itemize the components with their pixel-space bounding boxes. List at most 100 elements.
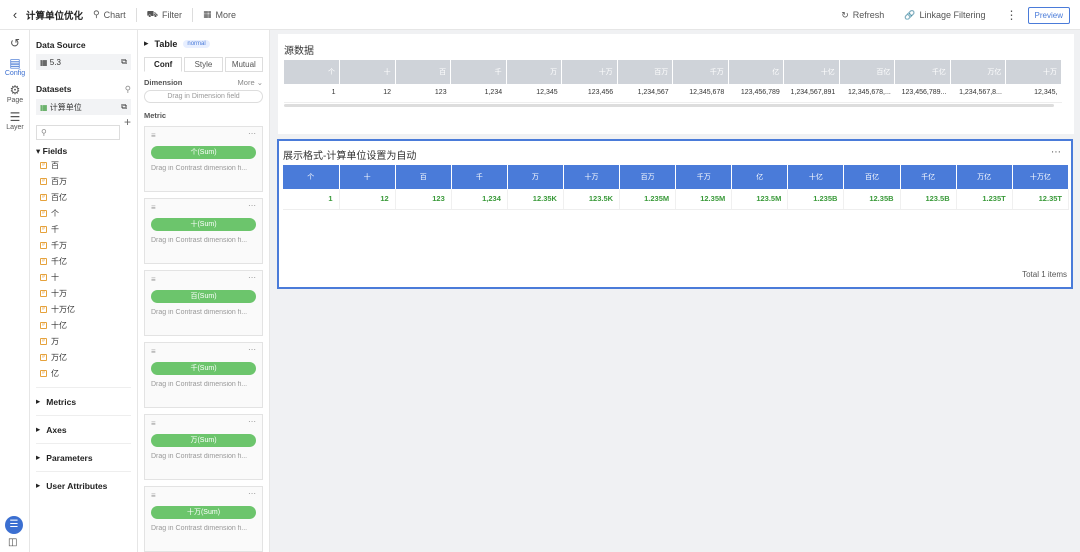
column-header[interactable]: 百	[395, 165, 452, 189]
drag-handle-icon[interactable]: ≡	[151, 275, 256, 284]
column-header[interactable]: 千亿	[900, 165, 957, 189]
rail-layer[interactable]: ☰ Layer	[0, 110, 30, 131]
field-item[interactable]: # 个	[40, 205, 131, 221]
more-options-icon[interactable]: ⋯	[248, 129, 256, 138]
refresh-button[interactable]: ↻ Refresh	[841, 10, 884, 21]
field-item[interactable]: # 十万亿	[40, 301, 131, 317]
field-item[interactable]: # 千万	[40, 237, 131, 253]
field-item[interactable]: # 百亿	[40, 189, 131, 205]
more-options-icon[interactable]: ⋯	[1051, 147, 1061, 158]
tab-conf[interactable]: Conf	[144, 57, 183, 72]
metric-pill[interactable]: 十万(Sum)	[151, 506, 256, 519]
chevron-left-icon[interactable]: ‹	[4, 7, 26, 22]
config-header[interactable]: ▸ Table normal	[144, 38, 263, 49]
more-options-icon[interactable]: ⋯	[248, 417, 256, 426]
column-header[interactable]: 百亿	[839, 60, 896, 84]
column-header[interactable]: 千万	[675, 165, 733, 189]
dimension-drop-zone[interactable]: Drag in Dimension field	[144, 90, 263, 103]
more-button[interactable]: ▦ More	[203, 9, 236, 20]
more-options-icon[interactable]: ⋯	[248, 273, 256, 282]
tab-mutual[interactable]: Mutual	[224, 57, 263, 72]
filter-button[interactable]: ⛟ Filter	[147, 9, 182, 21]
more-options-icon[interactable]: ⋯	[248, 345, 256, 354]
drag-handle-icon[interactable]: ≡	[151, 131, 256, 140]
collapse-button[interactable]: ↺	[0, 36, 30, 50]
assistant-icon[interactable]: ☰	[5, 516, 23, 534]
column-header[interactable]: 十万	[1005, 60, 1062, 84]
add-field-icon[interactable]: +	[124, 115, 131, 130]
contrast-drop-zone[interactable]: Drag in Contrast dimension fi...	[151, 525, 256, 532]
field-item[interactable]: # 百	[40, 157, 131, 173]
field-item[interactable]: # 万亿	[40, 349, 131, 365]
metric-card[interactable]: ≡ ⋯ 个(Sum) Drag in Contrast dimension fi...	[144, 126, 263, 192]
section-parameters[interactable]: ▸ Parameters	[36, 443, 131, 471]
column-header[interactable]: 百万	[619, 165, 677, 189]
section-axes[interactable]: ▸ Axes	[36, 415, 131, 443]
drag-handle-icon[interactable]: ≡	[151, 203, 256, 212]
contrast-drop-zone[interactable]: Drag in Contrast dimension fi...	[151, 165, 256, 172]
field-search-input[interactable]: ⚲	[36, 125, 120, 140]
field-item[interactable]: # 十	[40, 269, 131, 285]
chart-button[interactable]: ⚲ Chart	[93, 9, 126, 20]
metric-card[interactable]: ≡ ⋯ 百(Sum) Drag in Contrast dimension fi...	[144, 270, 263, 336]
fields-header[interactable]: ▾ Fields	[36, 146, 131, 157]
contrast-drop-zone[interactable]: Drag in Contrast dimension fi...	[151, 237, 256, 244]
column-header[interactable]: 千	[450, 60, 507, 84]
tab-style[interactable]: Style	[184, 57, 223, 72]
field-item[interactable]: # 千亿	[40, 253, 131, 269]
preview-button[interactable]: Preview	[1027, 6, 1070, 24]
field-item[interactable]: # 百万	[40, 173, 131, 189]
metric-pill[interactable]: 万(Sum)	[151, 434, 256, 447]
column-header[interactable]: 个	[284, 60, 341, 84]
metric-pill[interactable]: 十(Sum)	[151, 218, 256, 231]
field-item[interactable]: # 十万	[40, 285, 131, 301]
contrast-drop-zone[interactable]: Drag in Contrast dimension fi...	[151, 381, 256, 388]
column-header[interactable]: 千	[451, 165, 508, 189]
column-header[interactable]: 十万	[563, 165, 621, 189]
drag-handle-icon[interactable]: ≡	[151, 491, 256, 500]
search-icon[interactable]: ⚲	[125, 84, 131, 95]
contrast-drop-zone[interactable]: Drag in Contrast dimension fi...	[151, 453, 256, 460]
source-data-card[interactable]: 源数据 个十百千万十万 百万 千万亿十亿 百亿 千亿 万亿 十万 1 12 123 1,234 12…	[278, 34, 1074, 134]
column-header[interactable]: 千亿	[894, 60, 951, 84]
linkage-filtering-button[interactable]: 🔗 Linkage Filtering	[904, 10, 985, 21]
kebab-menu-icon[interactable]: ⋮	[1006, 8, 1018, 22]
column-header[interactable]: 十	[339, 60, 396, 84]
rail-page[interactable]: ⚙ Page	[0, 83, 30, 104]
horizontal-scrollbar[interactable]	[284, 104, 1054, 107]
metric-pill[interactable]: 百(Sum)	[151, 290, 256, 303]
column-header[interactable]: 十万亿	[1012, 165, 1070, 189]
column-header[interactable]: 万	[507, 165, 564, 189]
section-metrics[interactable]: ▸ Metrics	[36, 387, 131, 415]
column-header[interactable]: 个	[283, 165, 340, 189]
metric-card[interactable]: ≡ ⋯ 十(Sum) Drag in Contrast dimension fi...	[144, 198, 263, 264]
column-header[interactable]: 百亿	[843, 165, 901, 189]
drag-handle-icon[interactable]: ≡	[151, 347, 256, 356]
more-dropdown[interactable]: More ⌄	[238, 78, 263, 87]
column-header[interactable]: 十	[339, 165, 396, 189]
copy-icon[interactable]: ⧉	[121, 102, 127, 112]
field-item[interactable]: # 万	[40, 333, 131, 349]
metric-card[interactable]: ≡ ⋯ 十万(Sum) Drag in Contrast dimension fi..…	[144, 486, 263, 552]
column-header[interactable]: 百万	[617, 60, 674, 84]
metric-pill[interactable]: 千(Sum)	[151, 362, 256, 375]
copy-icon[interactable]: ⧉	[121, 57, 127, 67]
metric-card[interactable]: ≡ ⋯ 千(Sum) Drag in Contrast dimension fi...	[144, 342, 263, 408]
column-header[interactable]: 百	[395, 60, 452, 84]
column-header[interactable]: 千万	[672, 60, 729, 84]
more-options-icon[interactable]: ⋯	[248, 489, 256, 498]
dataset-select[interactable]: ▦ 计算单位 ⧉	[36, 99, 131, 115]
column-header[interactable]: 十亿	[783, 60, 840, 84]
column-header[interactable]: 万亿	[956, 165, 1013, 189]
column-header[interactable]: 万亿	[950, 60, 1007, 84]
section-user-attributes[interactable]: ▸ User Attributes	[36, 471, 131, 499]
column-header[interactable]: 万	[506, 60, 563, 84]
more-options-icon[interactable]: ⋯	[248, 201, 256, 210]
metric-card[interactable]: ≡ ⋯ 万(Sum) Drag in Contrast dimension fi...	[144, 414, 263, 480]
contrast-drop-zone[interactable]: Drag in Contrast dimension fi...	[151, 309, 256, 316]
column-header[interactable]: 十万	[561, 60, 618, 84]
drag-handle-icon[interactable]: ≡	[151, 419, 256, 428]
format-card[interactable]: 展示格式-计算单位设置为自动 ⋯ 个十百千万十万 百万 千万亿十亿 百亿 千亿 万亿 十万亿…	[277, 139, 1073, 289]
field-item[interactable]: # 十亿	[40, 317, 131, 333]
rail-config[interactable]: ▤ Config	[0, 56, 30, 77]
